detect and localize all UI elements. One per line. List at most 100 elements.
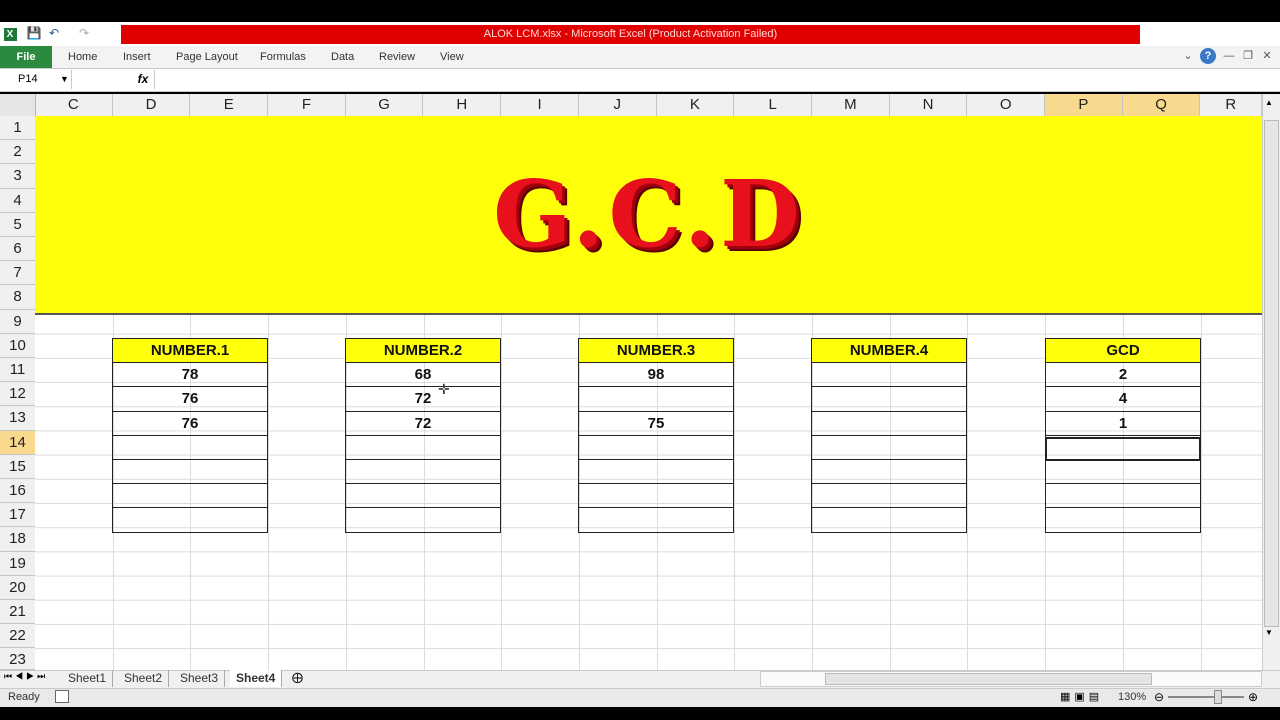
row-header-2[interactable]: 2 <box>0 140 35 165</box>
column-header-G[interactable]: G <box>346 94 424 116</box>
close-icon[interactable]: ✕ <box>1259 48 1275 64</box>
table-cell[interactable]: 2 <box>1045 362 1201 388</box>
row-header-9[interactable]: 9 <box>0 310 35 334</box>
column-header-C[interactable]: C <box>35 94 113 116</box>
sheet-tab-sheet3[interactable]: Sheet3 <box>174 670 226 687</box>
row-header-22[interactable]: 22 <box>0 624 35 649</box>
row-header-7[interactable]: 7 <box>0 261 35 286</box>
insert-function-button[interactable]: fx <box>133 70 153 89</box>
redo-icon[interactable]: ↷ <box>76 25 92 41</box>
table-cell[interactable] <box>112 483 268 509</box>
row-header-5[interactable]: 5 <box>0 213 35 237</box>
tab-page-layout[interactable]: Page Layout <box>176 46 238 68</box>
column-header-H[interactable]: H <box>424 94 502 116</box>
name-box-dropdown-icon[interactable]: ▼ <box>60 74 69 84</box>
column-header-J[interactable]: J <box>579 94 657 116</box>
table-cell[interactable] <box>578 507 734 533</box>
select-all-button[interactable] <box>0 94 36 116</box>
table-cell[interactable] <box>1045 507 1201 533</box>
tab-formulas[interactable]: Formulas <box>260 46 306 68</box>
row-header-13[interactable]: 13 <box>0 406 35 431</box>
scroll-up-icon[interactable]: ▲ <box>1265 98 1273 107</box>
table-header[interactable]: NUMBER.2 <box>345 337 501 364</box>
table-cell[interactable] <box>811 386 967 412</box>
table-cell[interactable] <box>345 434 501 460</box>
tab-home[interactable]: Home <box>68 46 97 68</box>
scroll-down-icon[interactable]: ▼ <box>1265 628 1273 637</box>
table-cell[interactable] <box>345 483 501 509</box>
table-cell[interactable]: 4 <box>1045 386 1201 412</box>
table-cell[interactable]: 75 <box>578 410 734 436</box>
formula-input[interactable] <box>154 70 1265 89</box>
table-cell[interactable] <box>1045 483 1201 509</box>
tab-insert[interactable]: Insert <box>123 46 151 68</box>
column-header-P[interactable]: P <box>1045 94 1123 116</box>
row-header-20[interactable]: 20 <box>0 576 35 600</box>
table-cell[interactable] <box>578 434 734 460</box>
view-mode-icons[interactable]: ▦▣▤ <box>1060 690 1103 703</box>
help-icon[interactable]: ? <box>1200 48 1216 64</box>
horizontal-scroll-thumb[interactable] <box>825 673 1152 685</box>
table-cell[interactable] <box>345 458 501 485</box>
row-header-14[interactable]: 14 <box>0 430 35 455</box>
column-header-E[interactable]: E <box>190 94 269 116</box>
row-header-1[interactable]: 1 <box>0 116 35 141</box>
zoom-level[interactable]: 130% <box>1118 688 1146 706</box>
minimize-icon[interactable]: — <box>1221 48 1237 64</box>
vertical-scroll-thumb[interactable] <box>1264 120 1279 627</box>
tab-data[interactable]: Data <box>331 46 354 68</box>
table-cell[interactable]: 76 <box>112 410 268 436</box>
row-header-8[interactable]: 8 <box>0 285 35 310</box>
macro-record-icon[interactable] <box>55 690 69 703</box>
table-cell[interactable]: 78 <box>112 362 268 388</box>
table-cell[interactable]: 72 <box>345 386 501 412</box>
row-header-11[interactable]: 11 <box>0 358 35 383</box>
sheet-tab-sheet4[interactable]: Sheet4 <box>230 670 283 687</box>
sheet-tab-sheet1[interactable]: Sheet1 <box>62 670 114 687</box>
column-header-D[interactable]: D <box>113 94 191 116</box>
table-cell[interactable] <box>811 410 967 436</box>
column-header-M[interactable]: M <box>812 94 890 116</box>
table-cell[interactable]: 68 <box>345 362 501 388</box>
row-header-3[interactable]: 3 <box>0 164 35 189</box>
table-header[interactable]: NUMBER.4 <box>811 337 967 364</box>
ribbon-collapse-icon[interactable]: ⌄ <box>1180 48 1196 64</box>
undo-icon[interactable]: ↶ <box>46 25 62 41</box>
active-cell-P14[interactable] <box>1045 437 1201 461</box>
table-cell[interactable] <box>112 458 268 485</box>
column-header-K[interactable]: K <box>657 94 735 116</box>
table-cell[interactable] <box>811 507 967 533</box>
row-header-12[interactable]: 12 <box>0 382 35 407</box>
tab-view[interactable]: View <box>440 46 464 68</box>
insert-sheet-icon[interactable]: ⨁ <box>292 671 303 684</box>
column-header-Q[interactable]: Q <box>1122 94 1201 116</box>
zoom-slider-thumb[interactable] <box>1214 690 1222 704</box>
column-header-L[interactable]: L <box>734 94 812 116</box>
sheet-nav-icon[interactable]: ⏮◀▶⏭ <box>4 671 48 682</box>
table-cell[interactable] <box>811 362 967 388</box>
column-header-N[interactable]: N <box>890 94 968 116</box>
table-cell[interactable]: 76 <box>112 386 268 412</box>
row-header-19[interactable]: 19 <box>0 552 35 576</box>
column-header-F[interactable]: F <box>268 94 346 116</box>
column-header-R[interactable]: R <box>1201 94 1262 116</box>
table-cell[interactable] <box>578 483 734 509</box>
table-cell[interactable] <box>578 458 734 485</box>
table-cell[interactable] <box>345 507 501 533</box>
table-cell[interactable] <box>112 434 268 460</box>
column-header-I[interactable]: I <box>501 94 579 116</box>
save-icon[interactable]: 💾 <box>26 25 42 41</box>
column-header-O[interactable]: O <box>967 94 1046 116</box>
restore-icon[interactable]: ❐ <box>1240 48 1256 64</box>
table-cell[interactable] <box>1045 458 1201 485</box>
tab-review[interactable]: Review <box>379 46 415 68</box>
table-header[interactable]: NUMBER.1 <box>112 337 268 364</box>
zoom-slider[interactable] <box>1168 696 1244 698</box>
row-header-10[interactable]: 10 <box>0 334 35 358</box>
row-header-21[interactable]: 21 <box>0 600 35 625</box>
table-cell[interactable] <box>811 458 967 485</box>
table-cell[interactable]: 98 <box>578 362 734 388</box>
table-cell[interactable] <box>112 507 268 533</box>
zoom-in-icon[interactable]: ⊕ <box>1248 688 1258 706</box>
row-header-6[interactable]: 6 <box>0 237 35 262</box>
